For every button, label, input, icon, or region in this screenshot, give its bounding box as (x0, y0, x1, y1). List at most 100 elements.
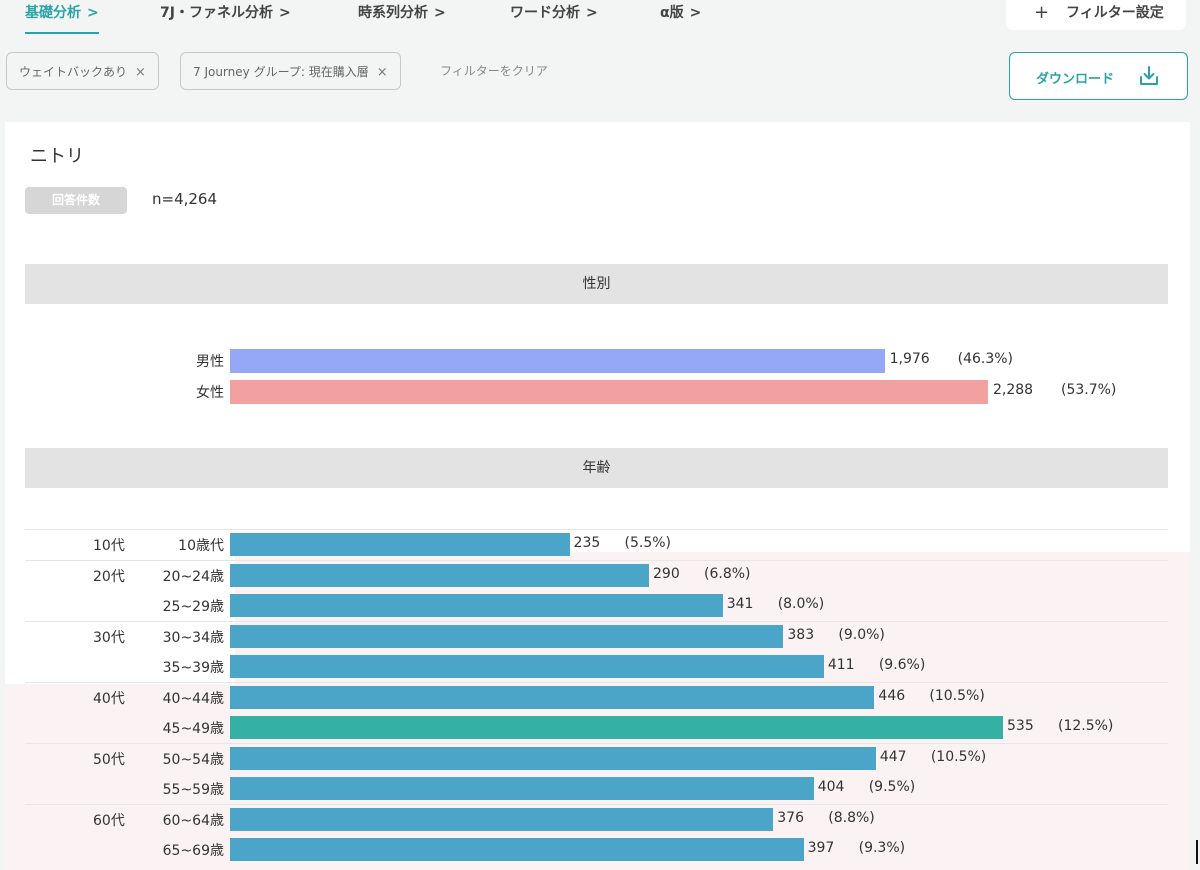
clear-filter-link[interactable]: フィルターをクリア (440, 62, 548, 79)
age-category-label: 55~59歳 (162, 782, 224, 798)
filter-chip-journey-group[interactable]: 7 Journey グループ: 現在購入層 × (180, 52, 401, 90)
age-group-label: 50代 (93, 751, 125, 768)
age-percent-label: (12.5%) (1058, 718, 1114, 734)
gender-value-label: 1,976 (889, 351, 930, 367)
age-group-label: 20代 (93, 568, 125, 585)
gender-percent-label: (53.7%) (1061, 382, 1117, 398)
results-panel: ニトリ 回答件数 n=4,264 性別 男性 1,976 (46.3%) 女性 2,28… (5, 122, 1190, 870)
app-root: 基礎分析 >7J・ファネル分析 > 時系列分析 > ワード分析 > α版 > + フィルター設定… (0, 0, 1200, 870)
download-button[interactable]: ダウンロード (1009, 52, 1188, 100)
age-percent-label: (6.8%) (704, 565, 751, 582)
age-percent-label: (8.0%) (777, 596, 825, 612)
age-value-label: 447 (879, 748, 907, 765)
tab-item[interactable]: 7J・ファネル分析 > (160, 0, 291, 34)
age-percent-label: (9.3%) (858, 840, 906, 856)
age-category-label: 35~39歳 (162, 660, 224, 676)
gender-category-label: 男性 (196, 354, 224, 370)
age-bar (230, 563, 649, 587)
tab-label: 7J・ファネル分析 (160, 5, 273, 21)
age-category-label: 20~24歳 (162, 568, 224, 585)
age-bar (230, 746, 876, 770)
group-divider (25, 620, 1168, 622)
chevron-right-icon: > (278, 5, 291, 21)
age-bar (230, 594, 723, 617)
age-bar (230, 655, 824, 678)
age-value-label: 411 (827, 657, 855, 673)
age-bar (230, 838, 804, 861)
tab-label: α版 (660, 5, 684, 21)
age-percent-label: (10.5%) (929, 687, 985, 704)
age-section-header: 年齢 (25, 448, 1168, 488)
age-value-label: 397 (807, 840, 835, 856)
age-value-label: 235 (573, 535, 601, 551)
age-category-label: 45~49歳 (162, 721, 224, 737)
filter-chip-label: ウェイトバックあり (19, 65, 128, 79)
age-category-label: 50~54歳 (162, 751, 224, 768)
download-label: ダウンロード (1036, 72, 1115, 87)
age-category-label: 30~34歳 (162, 629, 224, 646)
group-divider (25, 681, 1168, 683)
gender-percent-label: (46.3%) (957, 351, 1014, 367)
group-divider (25, 559, 1168, 561)
brand-title: ニトリ (30, 146, 84, 167)
age-percent-label: (9.6%) (878, 657, 926, 673)
group-divider (25, 803, 1168, 805)
age-group-label: 10代 (93, 538, 125, 554)
age-value-label: 404 (817, 779, 845, 795)
chevron-right-icon: > (87, 5, 99, 21)
age-group-label: 40代 (93, 690, 125, 707)
chevron-right-icon: > (689, 5, 702, 21)
age-category-label: 25~29歳 (162, 599, 224, 615)
age-bar (230, 533, 570, 556)
age-category-label: 40~44歳 (162, 690, 224, 707)
age-group-label: 30代 (93, 629, 125, 646)
age-bar (230, 777, 814, 800)
age-bar (230, 716, 1003, 739)
tab-label: ワード分析 (510, 5, 580, 21)
download-icon (1140, 66, 1158, 85)
gender-category-label: 女性 (196, 385, 224, 401)
tab-label: 時系列分析 (358, 5, 428, 21)
filter-chip-weightback[interactable]: ウェイトバックあり × (6, 52, 159, 90)
close-icon[interactable]: × (135, 65, 146, 80)
age-group-label: 60代 (93, 812, 125, 829)
analysis-tabs: 基礎分析 >7J・ファネル分析 > 時系列分析 > ワード分析 > α版 > (0, 0, 1000, 40)
chevron-right-icon: > (586, 5, 598, 21)
text-cursor (1196, 840, 1198, 864)
age-category-label: 65~69歳 (162, 843, 224, 859)
group-divider (25, 742, 1168, 744)
age-value-label: 341 (726, 596, 754, 612)
age-value-label: 535 (1007, 718, 1034, 734)
age-bar (230, 624, 784, 648)
age-bar (230, 685, 875, 709)
age-category-label: 60~64歳 (162, 812, 224, 829)
response-count-badge: 回答件数 (25, 187, 127, 214)
plus-icon: + (1034, 2, 1050, 23)
filter-settings-label: フィルター設定 (1066, 5, 1164, 21)
tab-label: 基礎分析 (25, 5, 81, 21)
response-count-value: n=4,264 (152, 190, 218, 208)
age-percent-label: (5.5%) (624, 535, 672, 551)
gender-section-header: 性別 (25, 264, 1168, 304)
chevron-right-icon: > (434, 5, 446, 21)
tab-item[interactable]: 基礎分析 > (25, 0, 99, 34)
group-divider (25, 529, 1168, 530)
age-percent-label: (9.0%) (838, 626, 885, 643)
close-icon[interactable]: × (377, 65, 388, 80)
age-value-label: 290 (653, 565, 680, 582)
age-percent-label: (10.5%) (930, 748, 987, 765)
gender-bar (230, 349, 885, 373)
gender-bar (230, 380, 988, 404)
age-category-label: 10歳代 (178, 538, 224, 554)
tab-item[interactable]: 時系列分析 > (358, 0, 446, 34)
gender-value-label: 2,288 (993, 382, 1034, 398)
age-value-label: 376 (777, 809, 804, 826)
filter-settings-button[interactable]: + フィルター設定 (1006, 0, 1186, 30)
tab-item[interactable]: α版 > (660, 0, 701, 34)
age-value-label: 383 (787, 626, 815, 643)
age-bar (230, 807, 774, 831)
age-percent-label: (9.5%) (868, 779, 916, 795)
tab-item[interactable]: ワード分析 > (510, 0, 598, 34)
age-value-label: 446 (878, 687, 906, 704)
filter-chip-label: 7 Journey グループ: 現在購入層 (193, 65, 369, 79)
